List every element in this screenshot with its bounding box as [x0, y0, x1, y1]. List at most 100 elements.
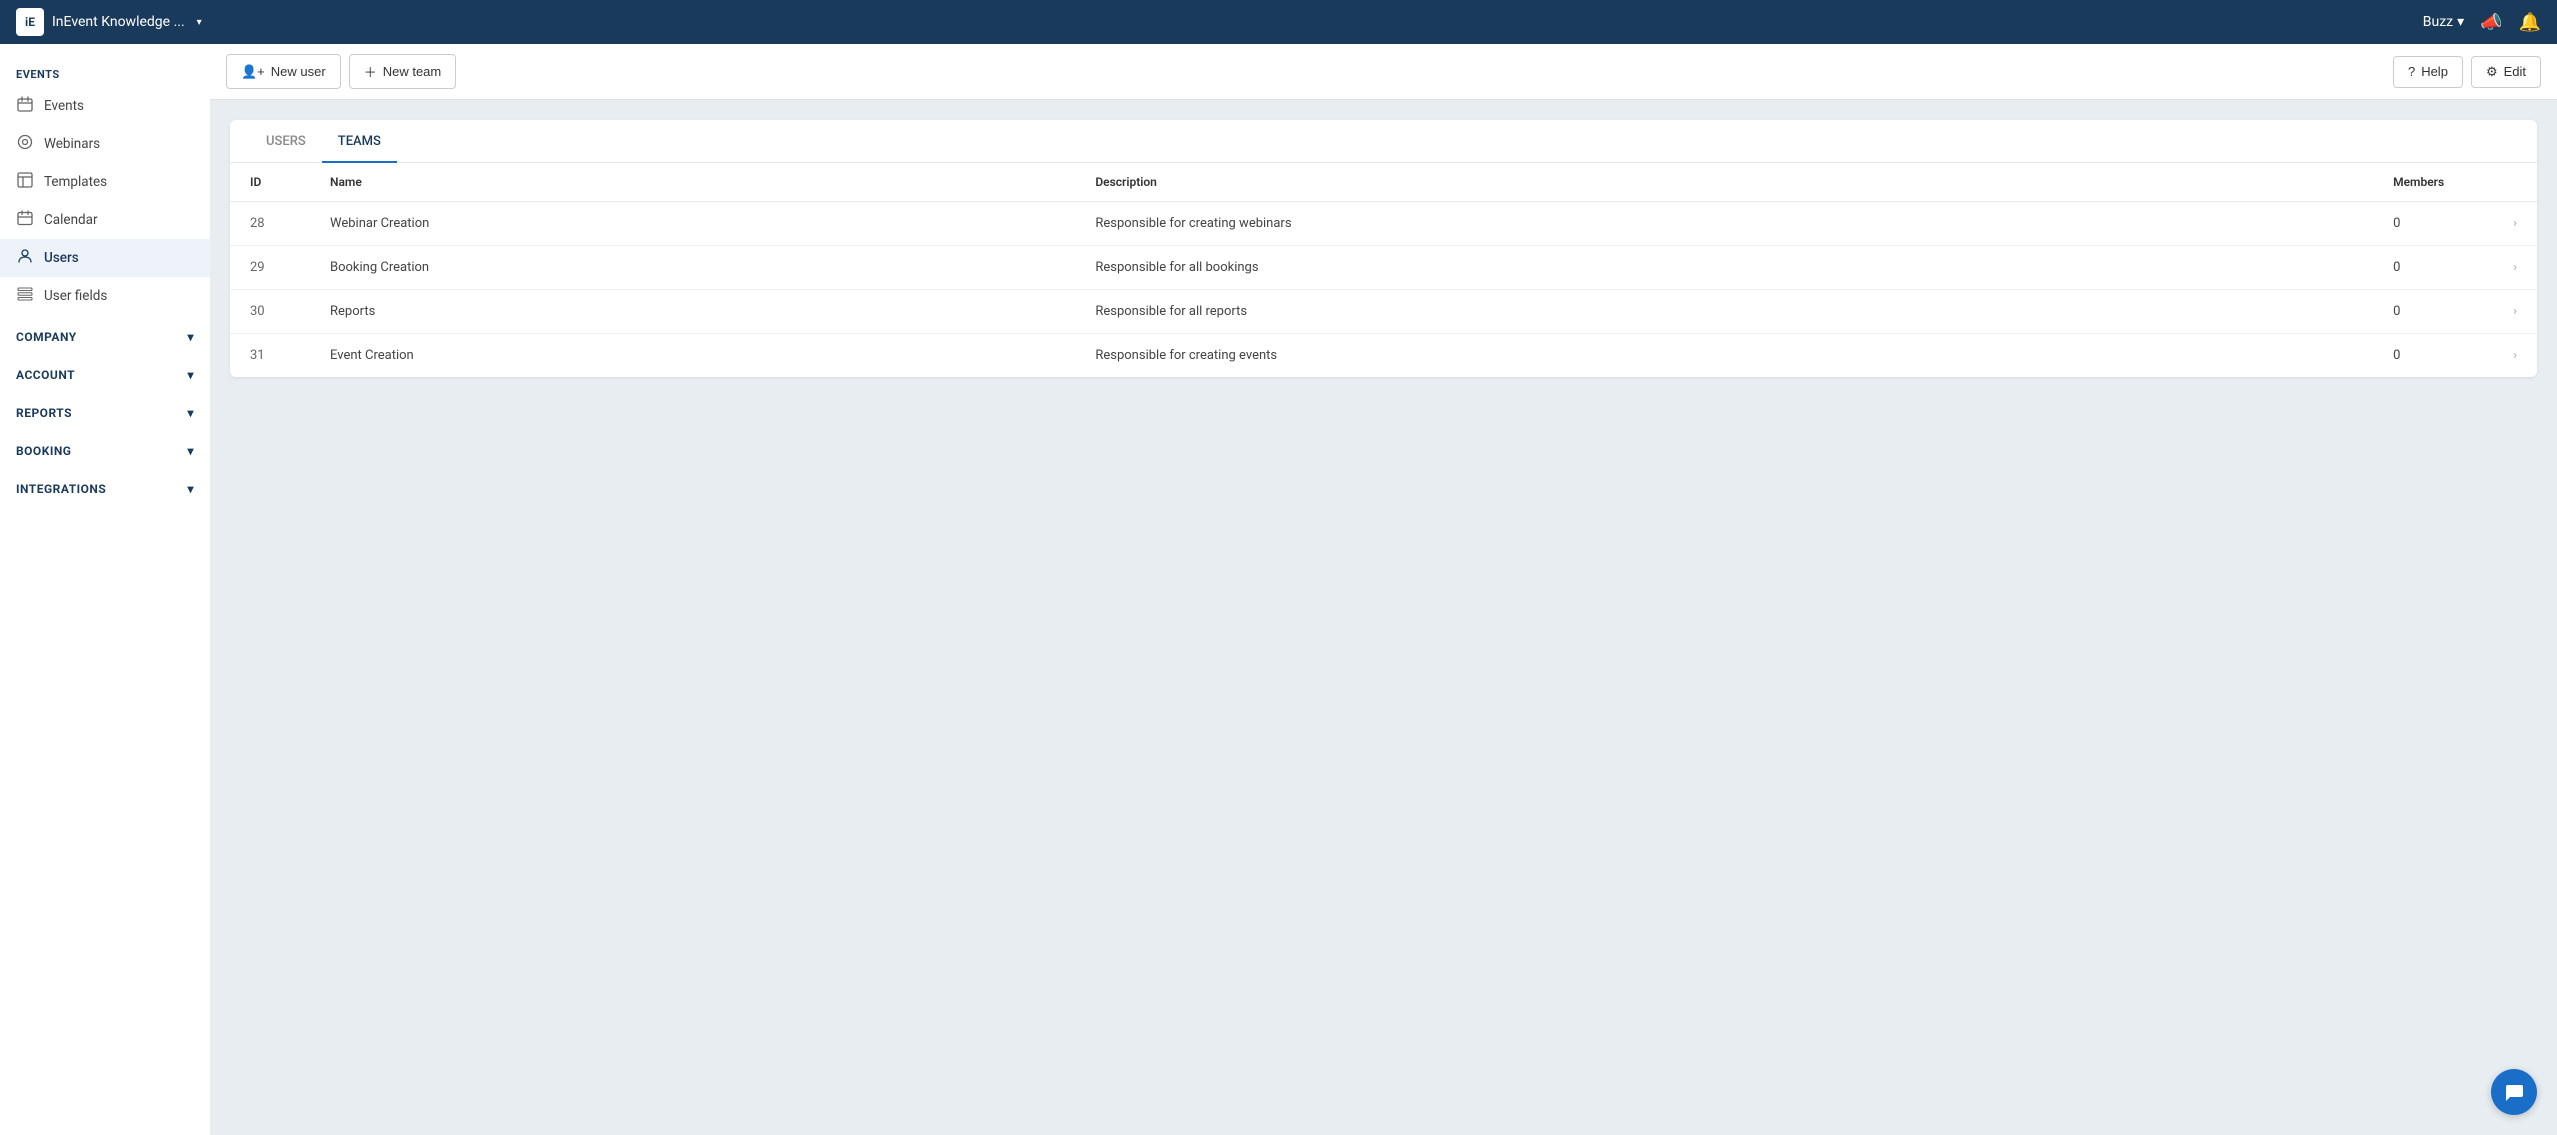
integrations-chevron-icon: ▾ — [187, 482, 194, 496]
company-collapse[interactable]: COMPANY ▾ — [0, 321, 210, 353]
cell-id: 28 — [230, 202, 310, 246]
tabs: USERS TEAMS — [230, 120, 2537, 163]
user-fields-label: User fields — [44, 288, 107, 304]
sidebar-item-calendar[interactable]: Calendar — [0, 201, 210, 239]
webinars-label: Webinars — [44, 136, 100, 152]
events-section-label: EVENTS — [0, 56, 210, 87]
edit-button[interactable]: ⚙ Edit — [2471, 56, 2541, 88]
cell-description: Responsible for all reports — [1075, 290, 2373, 334]
cell-name: Event Creation — [310, 334, 1075, 378]
table-row[interactable]: 29 Booking Creation Responsible for all … — [230, 246, 2537, 290]
events-label: Events — [44, 98, 84, 114]
cell-members: 0 — [2373, 202, 2493, 246]
row-chevron-icon: › — [2513, 216, 2517, 231]
app-name: InEvent Knowledge ... — [52, 14, 185, 30]
company-chevron-icon: ▾ — [187, 330, 194, 344]
row-chevron-icon: › — [2513, 260, 2517, 275]
cell-description: Responsible for creating webinars — [1075, 202, 2373, 246]
reports-chevron-icon: ▾ — [187, 406, 194, 420]
cell-id: 30 — [230, 290, 310, 334]
tab-teams[interactable]: TEAMS — [322, 120, 397, 163]
col-description: Description — [1075, 163, 2373, 202]
cell-chevron[interactable]: › — [2493, 290, 2537, 334]
content-area: USERS TEAMS ID Name Description Members — [210, 100, 2557, 1135]
help-button[interactable]: ? Help — [2393, 56, 2463, 88]
col-members: Members — [2373, 163, 2493, 202]
cell-members: 0 — [2373, 246, 2493, 290]
cell-description: Responsible for creating events — [1075, 334, 2373, 378]
main: 👤+ New user ＋ New team ? Help ⚙ Edit — [210, 44, 2557, 1135]
app-chevron-icon[interactable]: ▾ — [197, 17, 202, 28]
booking-chevron-icon: ▾ — [187, 444, 194, 458]
buzz-chevron-icon: ▾ — [2457, 14, 2464, 30]
table-row[interactable]: 31 Event Creation Responsible for creati… — [230, 334, 2537, 378]
row-chevron-icon: › — [2513, 304, 2517, 319]
row-chevron-icon: › — [2513, 348, 2517, 363]
templates-icon — [16, 172, 34, 192]
sidebar-item-templates[interactable]: Templates — [0, 163, 210, 201]
tab-users[interactable]: USERS — [250, 120, 322, 163]
cell-members: 0 — [2373, 290, 2493, 334]
users-icon — [16, 248, 34, 268]
chat-button[interactable] — [2491, 1069, 2537, 1115]
cell-chevron[interactable]: › — [2493, 246, 2537, 290]
sidebar-item-events[interactable]: Events — [0, 87, 210, 125]
reports-label: REPORTS — [16, 406, 72, 420]
edit-label: Edit — [2504, 64, 2526, 79]
col-name: Name — [310, 163, 1075, 202]
sidebar-item-users[interactable]: Users — [0, 239, 210, 277]
webinars-icon — [16, 134, 34, 154]
megaphone-icon[interactable]: 📣 — [2480, 12, 2502, 33]
topnav-right: Buzz ▾ 📣 🔔 — [2423, 12, 2541, 33]
table-row[interactable]: 28 Webinar Creation Responsible for crea… — [230, 202, 2537, 246]
cell-name: Booking Creation — [310, 246, 1075, 290]
integrations-label: INTEGRATIONS — [16, 482, 106, 496]
account-collapse[interactable]: ACCOUNT ▾ — [0, 359, 210, 391]
top-nav: iE InEvent Knowledge ... ▾ Buzz ▾ 📣 🔔 — [0, 0, 2557, 44]
account-chevron-icon: ▾ — [187, 368, 194, 382]
account-label: ACCOUNT — [16, 368, 75, 382]
new-user-button[interactable]: 👤+ New user — [226, 54, 341, 89]
col-action — [2493, 163, 2537, 202]
cell-id: 31 — [230, 334, 310, 378]
booking-collapse[interactable]: BOOKING ▾ — [0, 435, 210, 467]
cell-id: 29 — [230, 246, 310, 290]
company-label: COMPANY — [16, 330, 77, 344]
sidebar-item-webinars[interactable]: Webinars — [0, 125, 210, 163]
teams-table: ID Name Description Members 28 Webinar C… — [230, 163, 2537, 377]
templates-label: Templates — [44, 174, 107, 190]
app-logo: iE — [16, 8, 44, 36]
col-id: ID — [230, 163, 310, 202]
edit-icon: ⚙ — [2486, 64, 2498, 80]
new-team-button[interactable]: ＋ New team — [349, 54, 457, 89]
buzz-button[interactable]: Buzz ▾ — [2423, 14, 2464, 30]
cell-members: 0 — [2373, 334, 2493, 378]
toolbar: 👤+ New user ＋ New team ? Help ⚙ Edit — [210, 44, 2557, 100]
cell-chevron[interactable]: › — [2493, 202, 2537, 246]
new-user-label: New user — [271, 64, 326, 79]
cell-name: Webinar Creation — [310, 202, 1075, 246]
table-row[interactable]: 30 Reports Responsible for all reports 0… — [230, 290, 2537, 334]
new-team-icon: ＋ — [364, 62, 377, 81]
new-user-icon: 👤+ — [241, 64, 265, 80]
toolbar-right: ? Help ⚙ Edit — [2393, 56, 2541, 88]
events-icon — [16, 96, 34, 116]
users-label: Users — [44, 250, 79, 266]
help-icon: ? — [2408, 64, 2415, 79]
cell-description: Responsible for all bookings — [1075, 246, 2373, 290]
calendar-label: Calendar — [44, 212, 98, 228]
cell-chevron[interactable]: › — [2493, 334, 2537, 378]
cell-name: Reports — [310, 290, 1075, 334]
integrations-collapse[interactable]: INTEGRATIONS ▾ — [0, 473, 210, 505]
calendar-icon — [16, 210, 34, 230]
table-header-row: ID Name Description Members — [230, 163, 2537, 202]
reports-collapse[interactable]: REPORTS ▾ — [0, 397, 210, 429]
user-fields-icon — [16, 286, 34, 306]
sidebar-item-user-fields[interactable]: User fields — [0, 277, 210, 315]
topnav-left: iE InEvent Knowledge ... ▾ — [16, 8, 202, 36]
toolbar-left: 👤+ New user ＋ New team — [226, 54, 456, 89]
sidebar: EVENTS Events Webinars Templates Calenda… — [0, 44, 210, 1135]
new-team-label: New team — [383, 64, 442, 79]
bell-icon[interactable]: 🔔 — [2519, 12, 2541, 33]
buzz-label: Buzz — [2423, 14, 2453, 30]
